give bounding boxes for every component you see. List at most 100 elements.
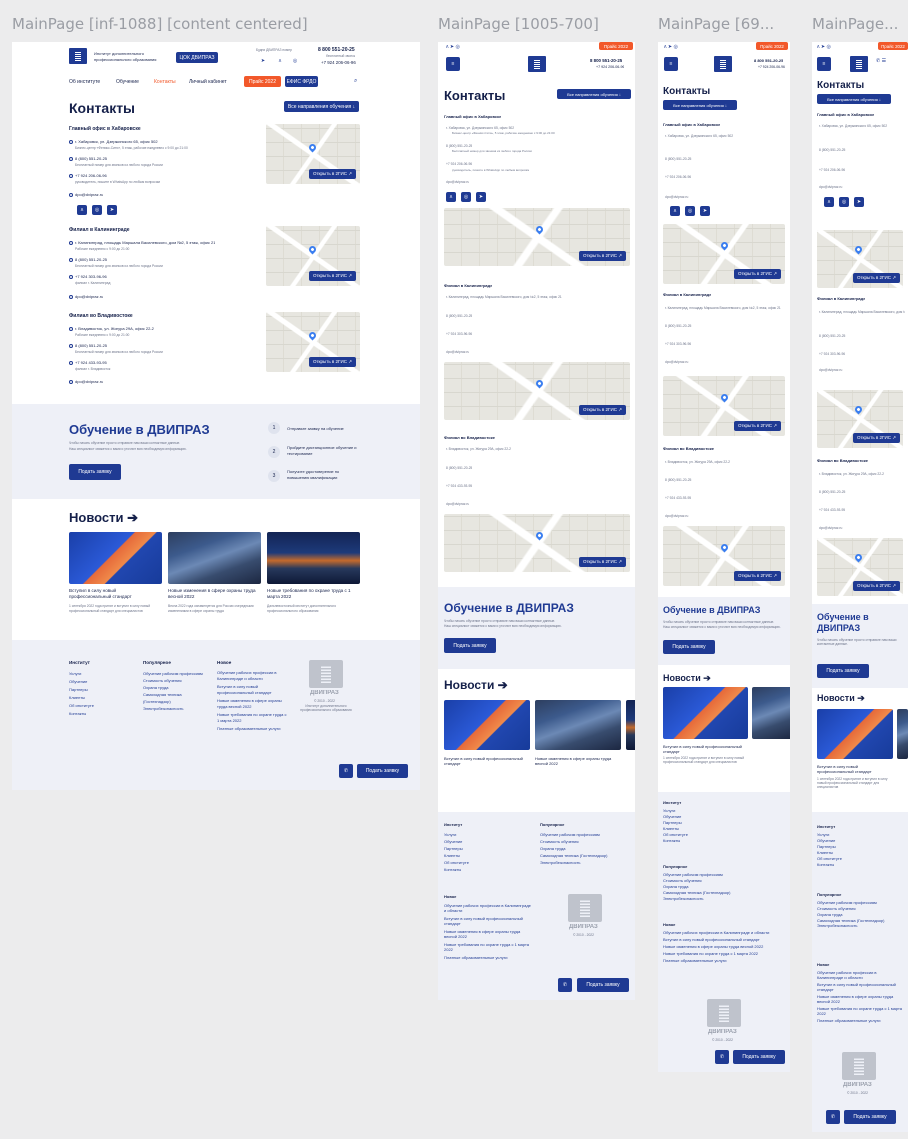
news-image[interactable] [267,532,360,584]
news-image[interactable] [626,700,635,750]
menu-icon[interactable]: ≡ [446,57,460,71]
telegram-icon[interactable]: ➤ [700,206,710,216]
footer-link[interactable]: Новые изменения в сфере охраны труда вес… [817,994,903,1004]
instagram-icon[interactable]: ◎ [839,197,849,207]
footer-link[interactable]: Контакты [663,838,688,844]
footer-link[interactable]: Электробезопасность [540,859,607,866]
office-phone[interactable]: 8 (800) 551-20-25 [665,324,785,328]
map-khabarovsk[interactable]: Открыть в 2ГИС ↗ [663,224,785,284]
news-item-title[interactable]: Новые изменения в сфере охраны труда вес… [168,588,258,600]
footer-link[interactable]: Новые изменения в сфере охраны труда вес… [663,944,785,949]
footer-link[interactable]: Электробезопасность [663,896,730,902]
footer-link[interactable]: Услуги [69,670,94,678]
open-2gis-button[interactable]: Открыть в 2ГИС ↗ [308,357,356,367]
office-mobile[interactable]: +7 924 206-06-96 [819,168,905,172]
footer-apply-button[interactable]: Подать заявку [844,1110,896,1124]
footer-link[interactable]: Самоходная техника (Гостехнадзор) [143,691,203,705]
logo-icon[interactable] [69,48,87,64]
logo-icon[interactable] [850,56,868,72]
office-mobile[interactable]: +7 924 303-96-96 [819,352,905,356]
footer-link[interactable]: Обучение рабочим профессиям [143,670,203,677]
office-phone[interactable]: 8 (800) 551-20-25 [446,466,472,470]
map-kaliningrad[interactable]: Открыть в 2ГИС ↗ [266,226,360,286]
footer-link[interactable]: Новые требования по охране труда с 1 мар… [444,942,534,952]
map-kaliningrad[interactable]: Открыть в 2ГИС ↗ [444,362,630,420]
open-2gis-button[interactable]: Открыть в 2ГИС ↗ [733,571,781,581]
price-badge[interactable]: Прайс 2022 [878,42,908,50]
apply-button[interactable]: Подать заявку [817,664,869,678]
footer-link[interactable]: Новые изменения в сфере охраны труда вес… [444,929,534,939]
footer-link[interactable]: Обучение рабочим профессиям [540,831,607,838]
social-icons[interactable]: ʌ ➤ ◎ [817,44,831,50]
news-image[interactable] [444,700,530,750]
office-phone[interactable]: 8 (800) 551-20-25 [819,148,905,152]
telegram-icon[interactable]: ➤ [259,57,267,65]
nav-about[interactable]: Об институте [69,79,100,85]
logo-icon[interactable] [714,56,732,72]
office-mobile[interactable]: +7 924 433-93-95 [665,496,785,500]
open-2gis-button[interactable]: Открыть в 2ГИС ↗ [578,405,626,415]
footer-link[interactable]: Электробезопасность [817,923,905,929]
office-email[interactable]: dpo@dvipraz.ru [446,502,469,506]
news-title[interactable]: Новости ➔ [444,678,508,692]
office-phone[interactable]: 8 (800) 551-20-25 [446,314,472,318]
footer-link[interactable]: Партнеры [444,845,469,852]
footer-link[interactable]: Обучение [444,838,469,845]
apply-button[interactable]: Подать заявку [69,464,121,480]
footer-link[interactable]: Платные образовательные услуги [817,1018,903,1023]
header-phone2[interactable]: +7 924 206-06-96 [758,65,785,69]
footer-link[interactable]: Платные образовательные услуги [444,955,534,960]
office-phone[interactable]: 8 (800) 551-20-25 [69,257,107,262]
map-kaliningrad[interactable]: Открыть в 2ГИС ↗ [663,376,785,436]
news-title[interactable]: Новости ➔ [69,510,138,526]
footer-link[interactable]: Контакты [444,866,469,873]
office-phone[interactable]: 8 (800) 551-20-25 [446,144,472,148]
map-vladivostok[interactable]: Открыть в 2ГИС ↗ [266,312,360,372]
office-email[interactable]: dpo@dvipraz.ru [665,195,785,199]
apply-button[interactable]: Подать заявку [444,638,496,653]
open-2gis-button[interactable]: Открыть в 2ГИС ↗ [308,169,356,179]
map-vladivostok[interactable]: Открыть в 2ГИС ↗ [663,526,785,586]
footer-link[interactable]: Новые изменения в сфере охраны труда вес… [217,698,287,710]
open-2gis-button[interactable]: Открыть в 2ГИС ↗ [852,273,900,283]
map-khabarovsk[interactable]: Открыть в 2ГИС ↗ [266,124,360,184]
price-badge[interactable]: Прайс 2022 [599,42,633,50]
apply-button[interactable]: Подать заявку [663,640,715,654]
footer-link[interactable]: Вступил в силу новый профессиональный ст… [663,937,785,942]
footer-link[interactable]: Платные образовательные услуги [217,726,287,732]
office-mobile[interactable]: +7 924 206-06-96 [446,162,472,166]
office-email[interactable]: dpo@dvipraz.ru [665,514,785,518]
footer-link[interactable]: Вступил в силу новый профессиональный ст… [817,982,903,992]
phone-icon[interactable]: ✆ [558,978,572,992]
office-email[interactable]: dpo@dvipraz.ru [665,360,785,364]
news-item-title[interactable]: Вступил в силу новый профессиональный ст… [663,744,748,754]
esia-button[interactable]: ЕФИС ФРДО [285,76,318,87]
office-email[interactable]: dpo@dvipraz.ru [819,526,905,530]
office-phone[interactable]: 8 (800) 551-20-25 [819,490,905,494]
menu-icon[interactable]: ≡ [664,57,678,71]
footer-link[interactable]: Новые требования по охране труда с 1 мар… [217,712,287,724]
news-item-title[interactable]: Новые изменения в сфере охраны труда вес… [535,756,621,766]
menu-icon[interactable]: ≡ [817,57,831,71]
news-item-title[interactable]: Вступил в силу новый профессиональный ст… [444,756,530,766]
footer-link[interactable]: Новые требования по охране труда с 1 мар… [817,1006,903,1016]
footer-link[interactable]: Стоимость обучения [540,838,607,845]
footer-link[interactable]: Обучение рабочих профессии в Калининград… [444,903,534,913]
office-mobile[interactable]: +7 924 433-93-95 [819,508,905,512]
map-khabarovsk[interactable]: Открыть в 2ГИС ↗ [444,208,630,266]
office-phone[interactable]: 8 (800) 551-20-25 [69,343,107,348]
news-item-title[interactable]: Новые требования по охране труда с 1 мар… [267,588,357,600]
news-image[interactable] [663,687,748,739]
vk-icon[interactable]: ʌ [77,205,87,215]
edu-center-button[interactable]: ЦОК ДВИПРАЗ [176,52,218,63]
footer-link[interactable]: Охрана труда [143,684,203,691]
open-2gis-button[interactable]: Открыть в 2ГИС ↗ [733,269,781,279]
footer-apply-button[interactable]: Подать заявку [733,1050,785,1064]
footer-link[interactable]: Обучение [69,678,94,686]
instagram-icon[interactable]: ◎ [92,205,102,215]
footer-apply-button[interactable]: Подать заявку [357,764,408,778]
footer-link[interactable]: Об институте [444,859,469,866]
open-2gis-button[interactable]: Открыть в 2ГИС ↗ [733,421,781,431]
footer-link[interactable]: Вступил в силу новый профессиональный ст… [444,916,534,926]
telegram-icon[interactable]: ➤ [854,197,864,207]
